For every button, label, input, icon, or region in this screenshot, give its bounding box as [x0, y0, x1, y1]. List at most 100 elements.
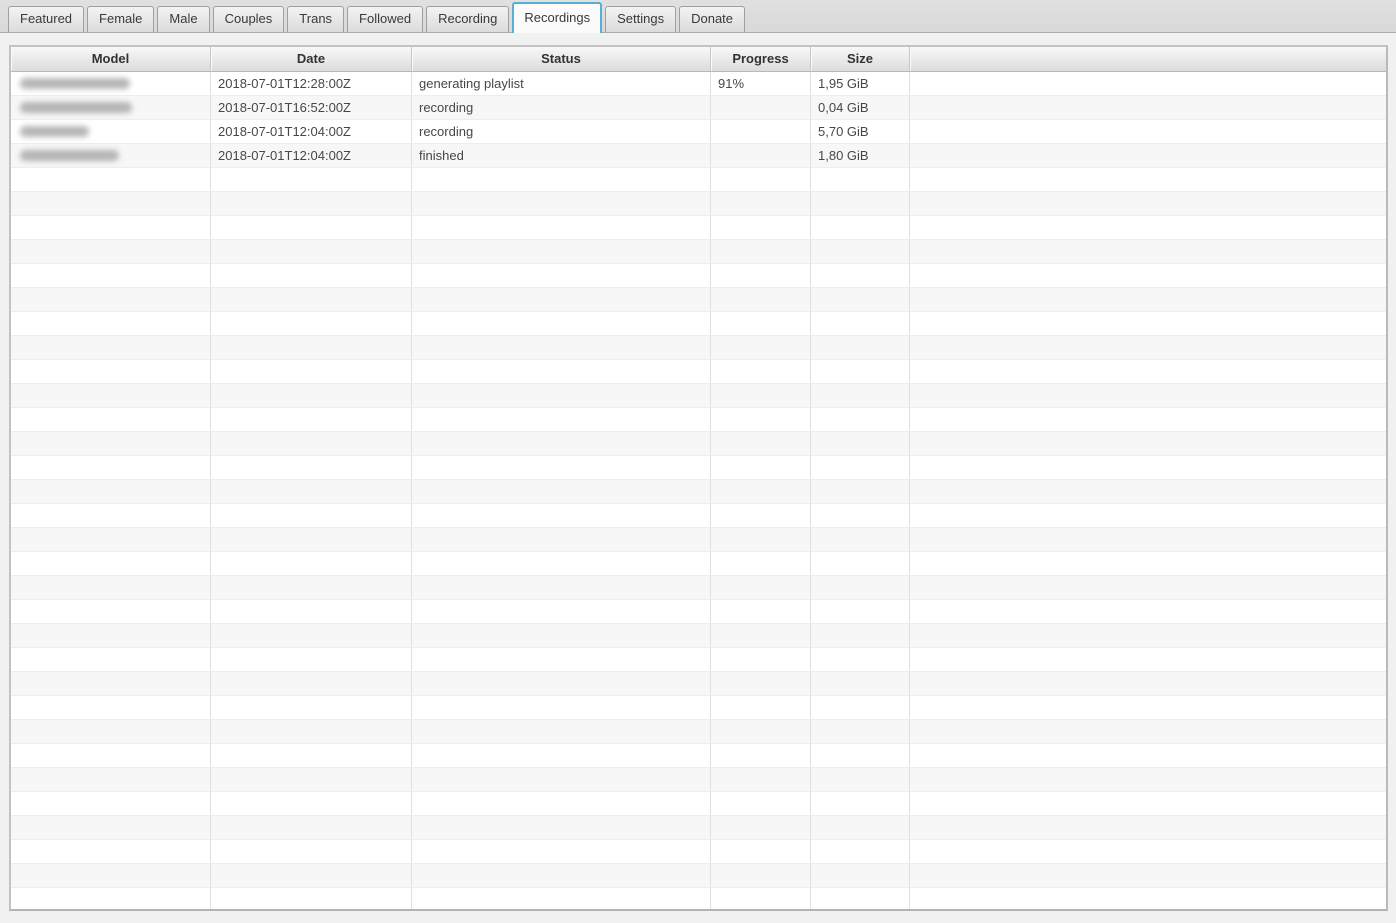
date-cell: 2018-07-01T12:04:00Z — [211, 144, 412, 167]
status-cell — [412, 336, 711, 359]
model-cell — [11, 120, 211, 143]
redacted-model-name — [20, 150, 119, 161]
status-cell — [412, 432, 711, 455]
filler-cell — [910, 504, 1386, 527]
date-cell — [211, 720, 412, 743]
model-cell — [11, 792, 211, 815]
progress-cell — [711, 408, 811, 431]
model-cell — [11, 216, 211, 239]
size-cell — [811, 792, 910, 815]
column-header-model[interactable]: Model — [11, 47, 211, 71]
model-cell — [11, 264, 211, 287]
progress-cell — [711, 720, 811, 743]
empty-row — [11, 792, 1386, 816]
filler-cell — [910, 768, 1386, 791]
size-cell — [811, 600, 910, 623]
progress-cell — [711, 480, 811, 503]
size-cell: 0,04 GiB — [811, 96, 910, 119]
tab-male[interactable]: Male — [157, 6, 209, 32]
progress-cell — [711, 864, 811, 887]
empty-row — [11, 840, 1386, 864]
progress-cell — [711, 264, 811, 287]
size-cell — [811, 624, 910, 647]
date-cell — [211, 168, 412, 191]
column-header-size[interactable]: Size — [811, 47, 910, 71]
tab-recording[interactable]: Recording — [426, 6, 509, 32]
column-header-status[interactable]: Status — [412, 47, 711, 71]
date-cell — [211, 600, 412, 623]
progress-cell — [711, 336, 811, 359]
progress-cell — [711, 504, 811, 527]
filler-cell — [910, 72, 1386, 95]
model-cell — [11, 576, 211, 599]
progress-cell — [711, 888, 811, 911]
status-cell — [412, 504, 711, 527]
status-cell — [412, 864, 711, 887]
status-cell — [412, 408, 711, 431]
size-cell — [811, 648, 910, 671]
model-cell — [11, 480, 211, 503]
tab-donate[interactable]: Donate — [679, 6, 745, 32]
filler-cell — [910, 96, 1386, 119]
tab-followed[interactable]: Followed — [347, 6, 423, 32]
model-cell — [11, 456, 211, 479]
model-cell — [11, 768, 211, 791]
date-cell — [211, 840, 412, 863]
empty-row — [11, 168, 1386, 192]
column-header-blank[interactable] — [910, 47, 1386, 71]
column-header-date[interactable]: Date — [211, 47, 412, 71]
filler-cell — [910, 816, 1386, 839]
size-cell — [811, 480, 910, 503]
size-cell — [811, 408, 910, 431]
size-cell — [811, 720, 910, 743]
tab-recordings[interactable]: Recordings — [512, 2, 602, 33]
empty-row — [11, 408, 1386, 432]
filler-cell — [910, 624, 1386, 647]
date-cell — [211, 432, 412, 455]
size-cell — [811, 744, 910, 767]
date-cell — [211, 696, 412, 719]
filler-cell — [910, 240, 1386, 263]
tab-featured[interactable]: Featured — [8, 6, 84, 32]
size-cell — [811, 864, 910, 887]
filler-cell — [910, 576, 1386, 599]
empty-row — [11, 648, 1386, 672]
tab-couples[interactable]: Couples — [213, 6, 285, 32]
date-cell — [211, 336, 412, 359]
status-cell: recording — [412, 120, 711, 143]
progress-cell — [711, 456, 811, 479]
redacted-model-name — [20, 78, 130, 89]
progress-cell — [711, 600, 811, 623]
status-cell — [412, 744, 711, 767]
tab-settings[interactable]: Settings — [605, 6, 676, 32]
status-cell — [412, 696, 711, 719]
size-cell — [811, 264, 910, 287]
size-cell — [811, 216, 910, 239]
recording-row[interactable]: 2018-07-01T12:04:00Zfinished1,80 GiB — [11, 144, 1386, 168]
tab-trans[interactable]: Trans — [287, 6, 344, 32]
model-cell — [11, 432, 211, 455]
progress-cell — [711, 816, 811, 839]
model-cell — [11, 624, 211, 647]
recording-row[interactable]: 2018-07-01T12:28:00Zgenerating playlist9… — [11, 72, 1386, 96]
size-cell: 5,70 GiB — [811, 120, 910, 143]
model-cell — [11, 504, 211, 527]
filler-cell — [910, 288, 1386, 311]
date-cell — [211, 744, 412, 767]
model-cell — [11, 72, 211, 95]
filler-cell — [910, 864, 1386, 887]
progress-cell — [711, 792, 811, 815]
filler-cell — [910, 456, 1386, 479]
recording-row[interactable]: 2018-07-01T16:52:00Zrecording0,04 GiB — [11, 96, 1386, 120]
date-cell — [211, 816, 412, 839]
status-cell — [412, 672, 711, 695]
model-cell — [11, 864, 211, 887]
column-header-progress[interactable]: Progress — [711, 47, 811, 71]
filler-cell — [910, 744, 1386, 767]
tab-female[interactable]: Female — [87, 6, 154, 32]
status-cell — [412, 360, 711, 383]
date-cell — [211, 792, 412, 815]
filler-cell — [910, 432, 1386, 455]
recording-row[interactable]: 2018-07-01T12:04:00Zrecording5,70 GiB — [11, 120, 1386, 144]
date-cell — [211, 864, 412, 887]
